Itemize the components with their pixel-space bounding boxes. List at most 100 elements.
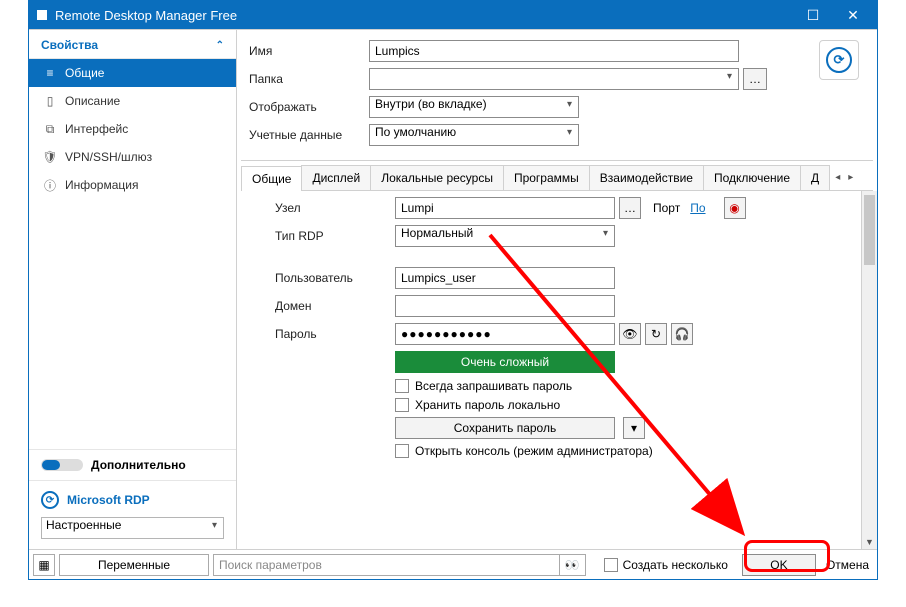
credentials-label: Учетные данные [249,128,369,142]
folder-select[interactable] [369,68,739,90]
tab-general-content: Узел … Порт По ◉ Тип RDP Нормальный Поль… [237,191,861,549]
title-bar: Remote Desktop Manager Free ☐ ✕ [29,1,877,29]
tab-display[interactable]: Дисплей [301,165,371,190]
checkbox-icon [604,558,618,572]
main-panel: ⟳ Имя Папка … Отображать Внутри (во вкла… [237,30,877,549]
search-params-input[interactable]: Поиск параметров [213,554,560,576]
cancel-button[interactable]: Отмена [826,558,869,572]
sidebar-item-vpn[interactable]: 🛡 VPN/SSH/шлюз [29,143,236,171]
rdp-type-select[interactable]: Нормальный [395,225,615,247]
rdp-icon: ⟳ [41,491,59,509]
sidebar-header[interactable]: Свойства ⌃ [29,30,236,59]
tab-programs[interactable]: Программы [503,165,590,190]
domain-label: Домен [275,299,395,313]
divider [241,160,873,161]
user-label: Пользователь [275,271,395,285]
sidebar: Свойства ⌃ ≡ Общие ▯ Описание ⧉ Интерфей… [29,30,237,549]
wake-on-lan-button[interactable]: ◉ [724,197,746,219]
tab-more[interactable]: Д [800,165,830,190]
tab-local-resources[interactable]: Локальные ресурсы [370,165,504,190]
save-password-button[interactable]: Сохранить пароль [395,417,615,439]
checkbox-icon [395,379,409,393]
sidebar-item-label: Описание [65,94,120,108]
password-input[interactable] [395,323,615,345]
port-label: Порт [653,201,680,215]
ok-button[interactable]: OK [742,554,816,576]
host-label: Узел [275,201,395,215]
close-button[interactable]: ✕ [833,1,873,29]
store-password-local-label: Хранить пароль локально [415,398,560,412]
file-icon: ▯ [43,94,57,108]
tab-strip: Общие Дисплей Локальные ресурсы Программ… [241,165,873,191]
shield-icon: 🛡 [43,150,57,164]
host-input[interactable] [395,197,615,219]
open-console-row[interactable]: Открыть консоль (режим администратора) [395,444,853,458]
sidebar-rdp-header: ⟳ Microsoft RDP [41,491,224,509]
sidebar-item-label: VPN/SSH/шлюз [65,150,152,164]
password-history-button[interactable]: ↻ [645,323,667,345]
form-top: ⟳ Имя Папка … Отображать Внутри (во вкла… [237,30,877,158]
session-type-badge: ⟳ [819,40,859,80]
display-label: Отображать [249,100,369,114]
sidebar-header-label: Свойства [41,38,98,52]
tab-body: Узел … Порт По ◉ Тип RDP Нормальный Поль… [237,191,877,549]
rdp-config-select[interactable]: Настроенные [41,517,224,539]
domain-input[interactable] [395,295,615,317]
port-default-link[interactable]: По [690,201,705,215]
save-password-dropdown[interactable]: ▾ [623,417,645,439]
tab-general[interactable]: Общие [241,166,302,191]
sidebar-advanced-label: Дополнительно [91,458,186,472]
maximize-button[interactable]: ☐ [793,1,833,29]
scroll-thumb[interactable] [864,195,875,265]
vertical-scrollbar[interactable]: ▲ ▼ [861,191,877,549]
sidebar-item-label: Интерфейс [65,122,128,136]
footer: ▦ Переменные Поиск параметров 👀 Создать … [29,549,877,579]
password-strength-bar: Очень сложный [395,351,615,373]
folder-label: Папка [249,72,369,86]
reveal-password-button[interactable]: 👁 [619,323,641,345]
sidebar-item-description[interactable]: ▯ Описание [29,87,236,115]
rdp-type-label: Тип RDP [275,229,395,243]
scroll-down-icon[interactable]: ▼ [862,535,877,549]
app-icon [37,10,47,20]
checkbox-icon [395,444,409,458]
password-label: Пароль [275,327,395,341]
name-input[interactable] [369,40,739,62]
sidebar-item-interface[interactable]: ⧉ Интерфейс [29,115,236,143]
sidebar-item-general[interactable]: ≡ Общие [29,59,236,87]
search-icon[interactable]: 👀 [560,554,586,576]
folder-browse-button[interactable]: … [743,68,767,90]
always-ask-password-row[interactable]: Всегда запрашивать пароль [395,379,853,393]
tab-connection[interactable]: Подключение [703,165,801,190]
sidebar-rdp-panel: ⟳ Microsoft RDP Настроенные [29,480,236,549]
chevron-up-icon: ⌃ [216,40,224,51]
checkbox-icon [395,398,409,412]
display-select[interactable]: Внутри (во вкладке) [369,96,579,118]
user-input[interactable] [395,267,615,289]
grid-view-button[interactable]: ▦ [33,554,55,576]
open-console-label: Открыть консоль (режим администратора) [415,444,653,458]
tabs-scroll-right[interactable]: ▸ [846,170,855,185]
sidebar-item-info[interactable]: ⓘ Информация [29,171,236,199]
interface-icon: ⧉ [43,122,57,136]
sidebar-advanced[interactable]: Дополнительно [29,449,236,480]
rdp-config-select-value: Настроенные [46,518,121,532]
sidebar-rdp-title: Microsoft RDP [67,493,150,507]
rdp-icon: ⟳ [826,47,852,73]
list-icon: ≡ [43,66,57,80]
info-icon: ⓘ [43,178,57,192]
app-window: Remote Desktop Manager Free ☐ ✕ Свойства… [28,0,878,580]
tab-interaction[interactable]: Взаимодействие [589,165,704,190]
credentials-select[interactable]: По умолчанию [369,124,579,146]
tabs-scroll-left[interactable]: ◂ [833,170,842,185]
create-multiple-label: Создать несколько [623,558,728,572]
create-multiple-checkbox[interactable]: Создать несколько [604,558,728,572]
store-password-local-row[interactable]: Хранить пароль локально [395,398,853,412]
host-browse-button[interactable]: … [619,197,641,219]
variables-button[interactable]: Переменные [59,554,209,576]
window-title: Remote Desktop Manager Free [55,8,793,23]
always-ask-password-label: Всегда запрашивать пароль [415,379,572,393]
name-label: Имя [249,44,369,58]
password-generate-button[interactable]: 🎧 [671,323,693,345]
sidebar-item-label: Общие [65,66,104,80]
